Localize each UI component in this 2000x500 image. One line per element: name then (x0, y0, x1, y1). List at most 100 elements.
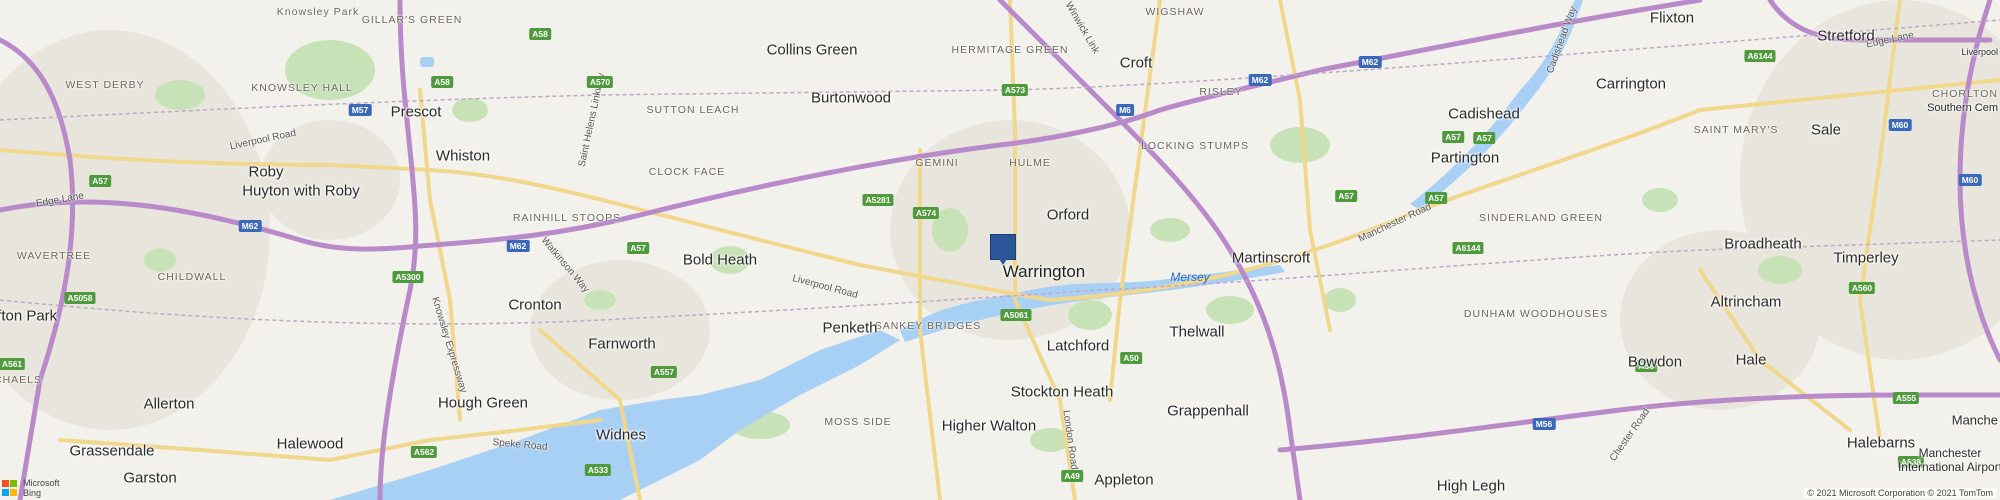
road-shield-a533: A533 (584, 464, 612, 476)
road-shield-a58-1: A58 (529, 28, 551, 40)
town-label-warrington: Warrington (1002, 262, 1086, 281)
road-shield-a58-2: A58 (431, 76, 453, 88)
road-shield-a574: A574 (912, 207, 940, 219)
copyright-attribution: © 2021 Microsoft Corporation © 2021 TomT… (1804, 488, 1996, 498)
town-label-sefton-park: Sefton Park (0, 307, 58, 325)
town-label-orford: Orford (1046, 206, 1090, 224)
town-label-martinscroft: Martinscroft (1231, 249, 1311, 267)
town-label-carrington: Carrington (1595, 75, 1667, 93)
road-shield-m62-4: M62 (506, 240, 530, 252)
town-label-bold-heath: Bold Heath (682, 251, 758, 269)
town-label-altrincham: Altrincham (1710, 293, 1782, 311)
road-shield-m62-2: M62 (1248, 74, 1272, 86)
town-label-sale: Sale (1810, 121, 1842, 139)
town-label-halewood: Halewood (276, 435, 344, 453)
road-shield-a57-2: A57 (89, 175, 111, 187)
locality-label-saint-marys: SAINT MARY'S (1693, 124, 1779, 136)
locality-label-dunham-woodhouses: DUNHAM WOODHOUSES (1463, 308, 1609, 320)
locality-label-risley: RISLEY (1199, 86, 1243, 98)
locality-label-rainhill-stoops: RAINHILL STOOPS (512, 212, 622, 224)
road-shield-a6144-1: A6144 (1744, 50, 1776, 62)
road-shield-a49: A49 (1061, 470, 1083, 482)
locality-label-wavertree: WAVERTREE (16, 250, 92, 262)
road-shield-m6: M6 (1116, 104, 1134, 116)
town-label-penketh: Penketh (822, 319, 878, 337)
road-shield-a57-4: A57 (1425, 192, 1447, 204)
locality-label-knowsley-hall: KNOWSLEY HALL (251, 82, 353, 94)
map-canvas[interactable]: Mersey Liverpool Road Liverpool Road Edg… (0, 0, 2000, 500)
town-label-latchford: Latchford (1046, 337, 1110, 355)
road-shield-a557: A557 (650, 366, 678, 378)
road-shield-a50: A50 (1120, 352, 1142, 364)
town-label-whiston: Whiston (435, 147, 491, 165)
locality-label-sinderland-green: SINDERLAND GREEN (1479, 212, 1603, 224)
town-label-manchester: Manche (1951, 412, 1998, 428)
town-label-roby: Roby (248, 163, 284, 181)
town-label-timperley: Timperley (1833, 249, 1899, 267)
road-shield-a6144-2: A6144 (1452, 242, 1484, 254)
road-shield-m62-3: M62 (238, 220, 262, 232)
road-shield-a57-5: A57 (1335, 190, 1357, 202)
water-label-mersey: Mersey (1170, 270, 1210, 284)
town-label-huyton: Huyton with Roby (242, 182, 360, 200)
locality-label-chaels: CHAELS (0, 374, 43, 386)
town-label-manchester-airport: Manchester International Airport (1897, 446, 2000, 474)
town-label-chorlton: CHORLTON (1932, 88, 1998, 100)
locality-label-sutton-leach: SUTTON LEACH (646, 104, 740, 116)
town-label-higher-walton: Higher Walton (941, 417, 1037, 435)
town-label-hough-green: Hough Green (437, 394, 529, 412)
town-label-bowdon: Bowdon (1627, 353, 1683, 371)
town-label-hale: Hale (1735, 351, 1767, 369)
town-label-collins-green: Collins Green (766, 41, 858, 59)
town-label-partington: Partington (1430, 149, 1500, 167)
road-shield-a57-6: A57 (1442, 131, 1464, 143)
locality-label-hermitage-green: HERMITAGE GREEN (951, 44, 1069, 56)
town-label-grappenhall: Grappenhall (1167, 402, 1249, 420)
road-shield-m60-2: M60 (1958, 174, 1982, 186)
town-label-flixton: Flixton (1649, 9, 1695, 27)
road-shield-a562: A562 (410, 446, 438, 458)
town-label-appleton: Appleton (1094, 471, 1154, 489)
locality-label-west-derby: WEST DERBY (65, 79, 145, 91)
microsoft-logo-icon (2, 480, 18, 496)
locality-label-knowsley-park: Knowsley Park (276, 6, 360, 18)
road-shield-m56: M56 (1532, 418, 1556, 430)
locality-label-wigshaw: WIGSHAW (1145, 6, 1205, 18)
road-shield-a561: A561 (0, 358, 26, 370)
road-shield-a555: A555 (1892, 392, 1920, 404)
locality-label-gillars-green: GILLAR'S GREEN (361, 14, 463, 26)
road-shield-a570: A570 (586, 76, 614, 88)
town-label-stockton-heath: Stockton Heath (1010, 383, 1114, 401)
town-label-allerton: Allerton (143, 395, 195, 413)
location-pin-marker[interactable] (990, 234, 1016, 265)
locality-label-moss-side: MOSS SIDE (824, 416, 892, 428)
town-label-southern-cem: Southern Cem (1927, 102, 1998, 114)
town-label-burtonwood: Burtonwood (810, 89, 892, 107)
town-label-farnworth: Farnworth (588, 335, 656, 353)
town-label-widnes: Widnes (595, 426, 647, 444)
road-shield-m62-1: M62 (1358, 56, 1382, 68)
road-shield-a573: A573 (1001, 84, 1029, 96)
town-label-garston: Garston (123, 469, 177, 487)
town-label-stretford: Stretford (1817, 27, 1875, 45)
road-shield-a5300: A5300 (392, 271, 424, 283)
town-label-broadheath: Broadheath (1724, 235, 1802, 253)
locality-label-sankey-bridges: SANKEY BRIDGES (874, 320, 982, 332)
town-label-liverpool: Liverpool (1961, 47, 1998, 57)
locality-label-clock-face: CLOCK FACE (648, 166, 726, 178)
locality-label-childwall: CHILDWALL (157, 271, 227, 283)
road-shield-m57: M57 (348, 104, 372, 116)
bing-logo[interactable]: Microsoft Bing (2, 478, 82, 500)
town-label-prescot: Prescot (390, 103, 442, 121)
logo-brand-line1: Microsoft (23, 478, 60, 488)
logo-brand-line2: Bing (23, 488, 42, 498)
road-shield-m60-1: M60 (1888, 119, 1912, 131)
road-shield-a57-3: A57 (627, 242, 649, 254)
town-label-cadishead: Cadishead (1448, 105, 1520, 123)
town-label-croft: Croft (1119, 54, 1153, 72)
locality-label-hulme: HULME (1009, 157, 1051, 169)
road-shield-a57-1: A57 (1473, 132, 1495, 144)
road-shield-a5058: A5058 (64, 292, 96, 304)
town-label-cronton: Cronton (508, 296, 562, 314)
town-label-thelwall: Thelwall (1169, 323, 1225, 341)
